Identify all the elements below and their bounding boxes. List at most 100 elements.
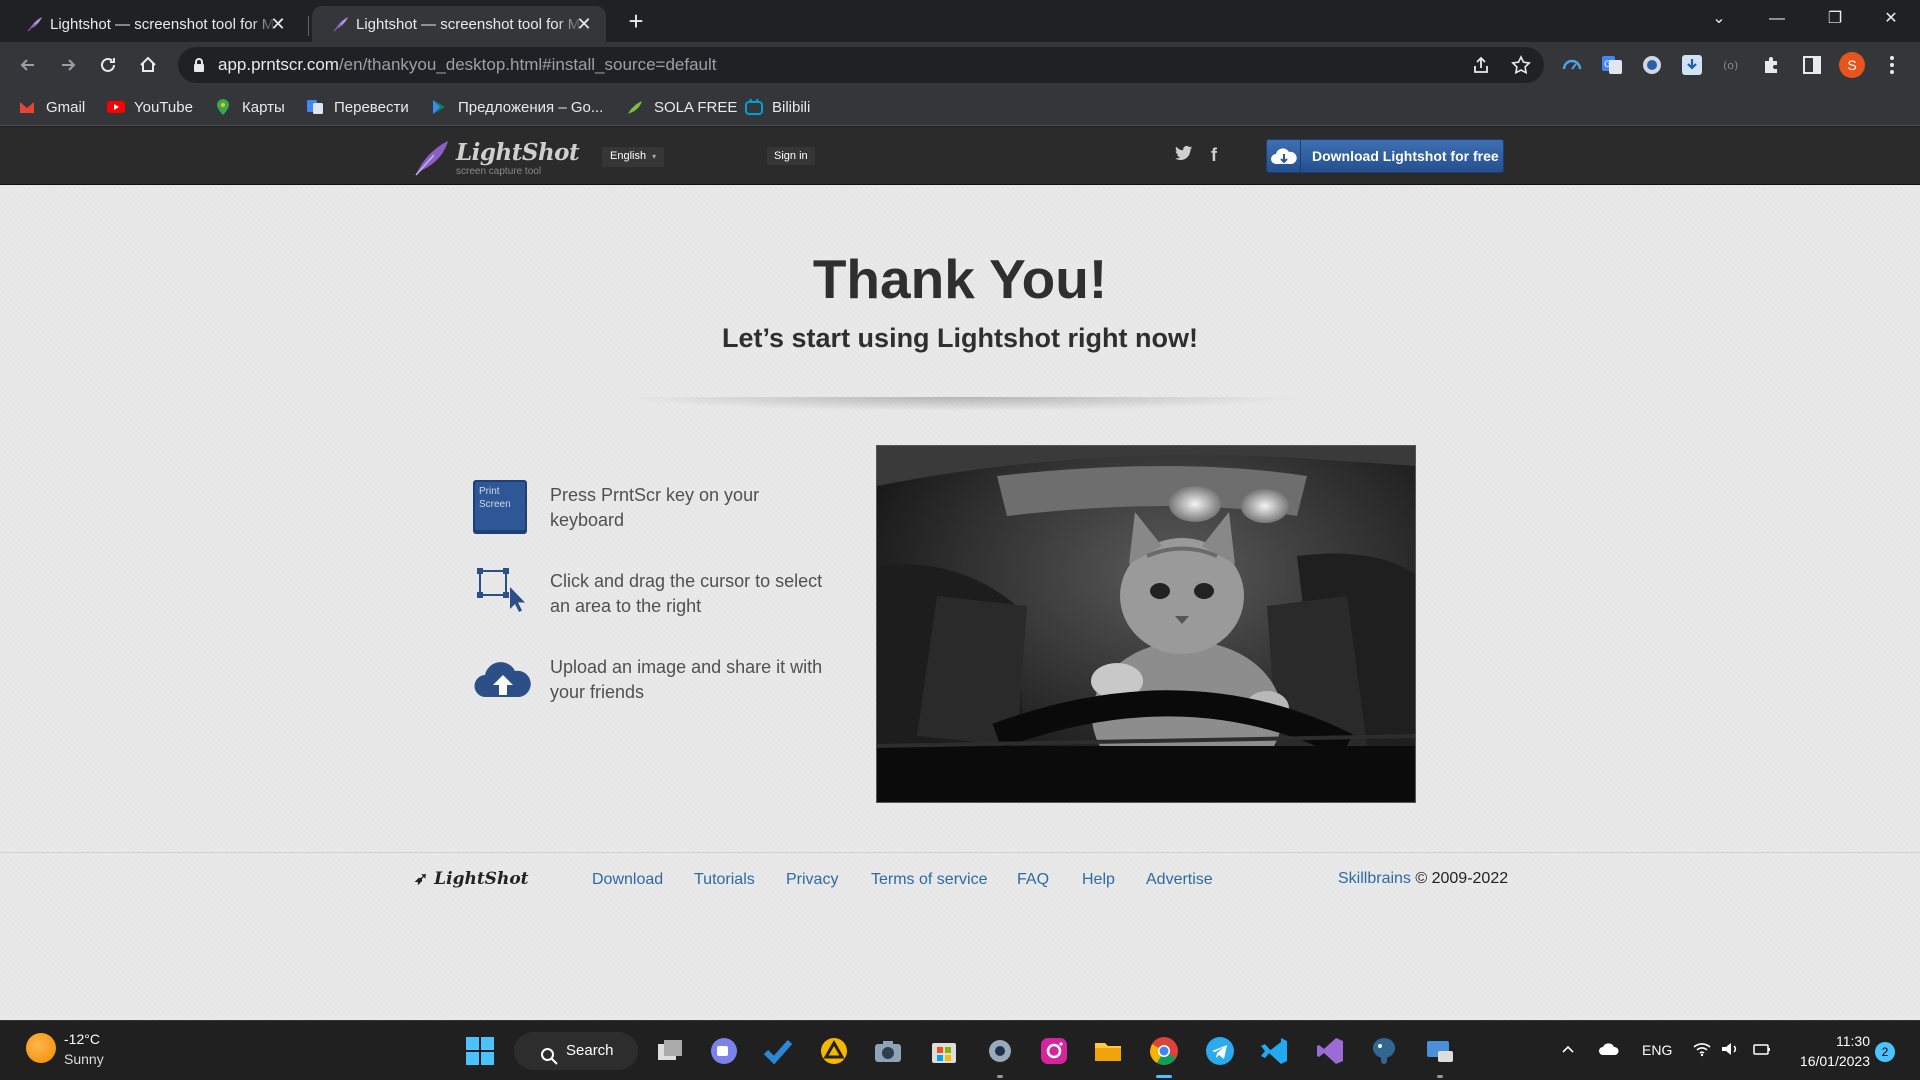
chevron-down-icon: ▾ (652, 152, 657, 161)
system-clock[interactable]: 11:30 16/01/2023 (1790, 1031, 1870, 1071)
profile-avatar[interactable]: S (1839, 52, 1865, 78)
camera-icon[interactable] (872, 1035, 904, 1067)
footer-link-terms[interactable]: Terms of service (871, 871, 987, 889)
lock-icon[interactable] (192, 57, 206, 78)
section-divider (618, 397, 1302, 411)
footer-link-advertise[interactable]: Advertise (1146, 871, 1213, 889)
home-icon[interactable] (132, 49, 164, 81)
weather-description[interactable]: Sunny (64, 1051, 104, 1067)
close-window-button[interactable]: ✕ (1862, 0, 1920, 40)
footer-link-help[interactable]: Help (1082, 871, 1115, 889)
task-view-icon[interactable] (654, 1035, 686, 1067)
copyright-text: © 2009-2022 (1410, 870, 1509, 887)
sign-in-button[interactable]: Sign in (767, 147, 815, 165)
google-translate-icon[interactable]: G (1600, 53, 1624, 77)
wifi-icon[interactable] (1692, 1041, 1712, 1060)
onedrive-cloud-icon[interactable] (1598, 1041, 1620, 1060)
volume-icon[interactable] (1720, 1041, 1740, 1060)
clock-date: 16/01/2023 (1799, 1053, 1870, 1069)
lightshot-feather-icon (332, 15, 350, 37)
chrome-icon[interactable] (1148, 1035, 1180, 1067)
share-icon[interactable] (1470, 54, 1492, 76)
taskbar-search[interactable]: Search (514, 1032, 638, 1070)
forward-icon[interactable] (52, 49, 84, 81)
lightshot-logo[interactable]: LightShot screen capture tool (412, 137, 580, 179)
svg-text:G: G (1604, 60, 1611, 70)
bookmark-label: Предложения – Go... (458, 98, 604, 116)
bookmark-star-icon[interactable] (1510, 54, 1532, 76)
bookmark-maps[interactable]: Карты (214, 96, 285, 118)
twitter-icon[interactable] (1174, 145, 1194, 165)
download-lightshot-button[interactable]: Download Lightshot for free (1266, 139, 1504, 173)
app-triangle-icon[interactable] (818, 1035, 850, 1067)
back-icon[interactable] (12, 49, 44, 81)
notification-badge[interactable]: 2 (1875, 1042, 1895, 1062)
url-text[interactable]: app.prntscr.com/en/thankyou_desktop.html… (218, 55, 717, 75)
weather-temperature[interactable]: -12°C (64, 1031, 100, 1047)
download-manager-icon[interactable] (1680, 53, 1704, 77)
input-language[interactable]: ENG (1642, 1042, 1672, 1058)
remote-app-icon[interactable] (1424, 1035, 1456, 1067)
close-tab-icon[interactable]: ✕ (574, 14, 594, 34)
footer-logo[interactable]: ➶ LightShot (414, 869, 529, 889)
bookmark-gmail[interactable]: Gmail (18, 96, 85, 118)
bookmark-youtube[interactable]: YouTube (106, 96, 193, 118)
telegram-icon[interactable] (1204, 1035, 1236, 1067)
maps-icon (214, 98, 232, 116)
menu-kebab-icon[interactable] (1880, 53, 1904, 77)
bookmark-translate[interactable]: Перевести (306, 96, 409, 118)
search-label: Search (566, 1042, 614, 1059)
microsoft-store-icon[interactable] (928, 1035, 960, 1067)
active-app-indicator (1156, 1075, 1172, 1078)
facebook-icon[interactable]: f (1204, 145, 1224, 165)
tab-search-icon[interactable]: ⌄ (1690, 0, 1748, 40)
side-panel-icon[interactable] (1800, 53, 1824, 77)
bilibili-icon (744, 98, 763, 116)
file-explorer-icon[interactable] (1092, 1035, 1124, 1067)
extension-radio-icon[interactable]: (o) (1720, 53, 1744, 77)
upload-cloud-icon (472, 651, 534, 707)
teams-chat-icon[interactable] (708, 1035, 740, 1067)
postgresql-icon[interactable] (1368, 1035, 1400, 1067)
close-tab-icon[interactable]: ✕ (268, 14, 288, 34)
new-tab-button[interactable]: + (622, 8, 650, 36)
extensions-puzzle-icon[interactable] (1760, 53, 1784, 77)
reload-icon[interactable] (92, 49, 124, 81)
footer-link-faq[interactable]: FAQ (1017, 871, 1049, 889)
step-text: Press PrntScr key on your keyboard (550, 485, 760, 530)
extension-speed-icon[interactable] (1560, 53, 1584, 77)
battery-icon[interactable] (1752, 1041, 1772, 1060)
skillbrains-link[interactable]: Skillbrains (1338, 870, 1411, 887)
todo-check-icon[interactable] (762, 1035, 794, 1067)
language-selector[interactable]: English ▾ (602, 147, 665, 167)
instagram-icon[interactable] (1038, 1035, 1070, 1067)
svg-text:(o): (o) (1723, 59, 1738, 72)
tab-lightshot-1[interactable]: Lightshot — screenshot tool for Mac & Wi… (6, 6, 300, 42)
extension-circle-icon[interactable] (1640, 53, 1664, 77)
address-bar[interactable]: app.prntscr.com/en/thankyou_desktop.html… (178, 47, 1544, 83)
tab-title: Lightshot — screenshot tool for Mac & Wi… (356, 15, 584, 33)
bookmark-play-suggestions[interactable]: Предложения – Go... (430, 96, 603, 118)
bookmark-label: Карты (242, 98, 285, 116)
url-path: /en/thankyou_desktop.html#install_source… (338, 55, 717, 74)
footer-link-tutorials[interactable]: Tutorials (694, 871, 755, 889)
footer-link-privacy[interactable]: Privacy (786, 871, 838, 889)
download-button-label: Download Lightshot for free (1312, 148, 1499, 164)
restore-button[interactable]: ❐ (1806, 0, 1864, 40)
settings-gear-icon[interactable] (984, 1035, 1016, 1067)
bookmark-bilibili[interactable]: Bilibili (744, 96, 810, 118)
bookmark-label: Gmail (46, 98, 86, 116)
minimize-button[interactable]: — (1748, 0, 1806, 40)
translate-icon (306, 98, 324, 116)
weather-sun-icon[interactable] (26, 1033, 56, 1063)
tab-lightshot-2[interactable]: Lightshot — screenshot tool for Mac & Wi… (312, 6, 606, 42)
print-screen-key-icon: Print Screen (472, 479, 534, 535)
tray-overflow-chevron-icon[interactable] (1560, 1041, 1576, 1060)
bookmark-sola-free[interactable]: SOLA FREE (626, 96, 737, 118)
visual-studio-icon[interactable] (1314, 1035, 1346, 1067)
windows-start-icon[interactable] (464, 1035, 496, 1067)
logo-text: LightShot (456, 139, 580, 166)
vscode-icon[interactable] (1258, 1035, 1290, 1067)
step-press-prntscr: Print Screen Press PrntScr key on your k… (472, 479, 832, 541)
footer-link-download[interactable]: Download (592, 871, 663, 889)
